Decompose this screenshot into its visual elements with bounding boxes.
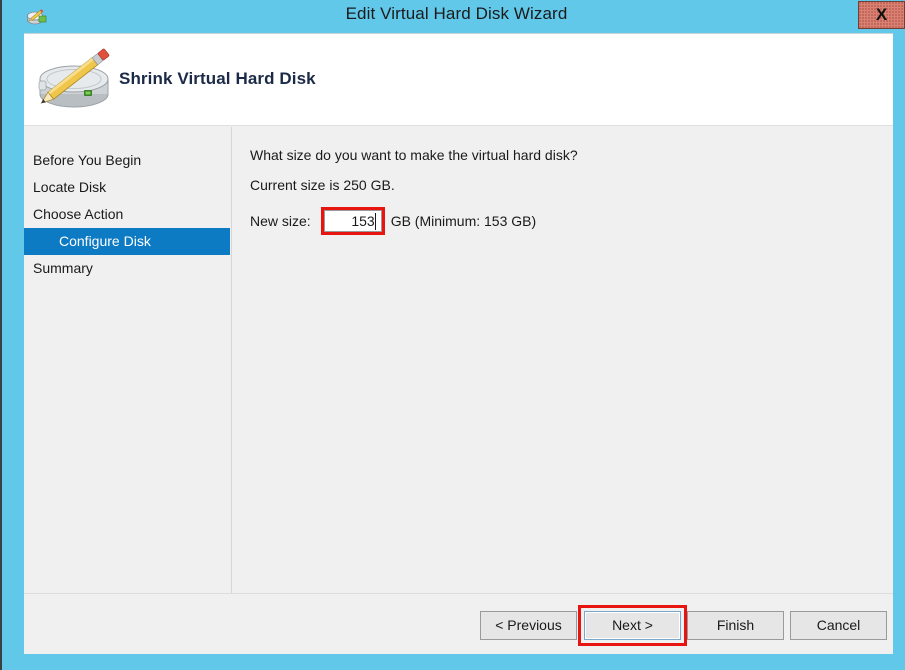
- sidebar-item-label: Configure Disk: [59, 233, 151, 249]
- wizard-main-pane: What size do you want to make the virtua…: [250, 127, 890, 235]
- window-title: Edit Virtual Hard Disk Wizard: [345, 4, 568, 23]
- sidebar-item-summary[interactable]: Summary: [24, 255, 231, 282]
- close-button[interactable]: X: [858, 1, 905, 29]
- current-size-text: Current size is 250 GB.: [250, 177, 395, 193]
- finish-button[interactable]: Finish: [687, 611, 784, 640]
- sidebar-item-label: Locate Disk: [33, 179, 107, 195]
- wizard-footer: < Previous Next > Finish Cancel: [24, 593, 893, 654]
- wizard-window: Edit Virtual Hard Disk Wizard X Shrink V…: [0, 0, 905, 670]
- new-size-input[interactable]: [323, 210, 382, 232]
- wizard-steps-sidebar: Before You Begin Locate Disk Choose Acti…: [24, 127, 231, 282]
- size-question-text: What size do you want to make the virtua…: [250, 147, 578, 163]
- sidebar-item-before-you-begin[interactable]: Before You Begin: [24, 147, 231, 174]
- next-button[interactable]: Next >: [584, 611, 681, 640]
- page-title: Shrink Virtual Hard Disk: [119, 69, 316, 88]
- sidebar-item-label: Summary: [33, 260, 93, 276]
- panel-divider: [231, 127, 232, 613]
- hard-disk-with-pencil-icon: [24, 46, 124, 116]
- sidebar-item-locate-disk[interactable]: Locate Disk: [24, 174, 231, 201]
- sidebar-item-configure-disk[interactable]: Configure Disk: [24, 228, 230, 255]
- previous-button[interactable]: < Previous: [480, 611, 577, 640]
- new-size-input-annotation: [320, 207, 385, 235]
- new-size-suffix-text: GB (Minimum: 153 GB): [390, 213, 537, 229]
- sidebar-item-label: Choose Action: [33, 206, 124, 222]
- new-size-label: New size:: [250, 213, 311, 229]
- cancel-button[interactable]: Cancel: [790, 611, 887, 640]
- wizard-body: Before You Begin Locate Disk Choose Acti…: [24, 127, 893, 613]
- new-size-row: New size: GB (Minimum: 153 GB): [250, 207, 890, 235]
- sidebar-item-choose-action[interactable]: Choose Action: [24, 201, 231, 228]
- dialog-sheet: Shrink Virtual Hard Disk Before You Begi…: [24, 33, 893, 654]
- sidebar-item-label: Before You Begin: [33, 152, 142, 168]
- text-caret: [374, 213, 376, 230]
- wizard-header: Shrink Virtual Hard Disk: [24, 34, 893, 126]
- title-bar: Edit Virtual Hard Disk Wizard X: [6, 0, 905, 33]
